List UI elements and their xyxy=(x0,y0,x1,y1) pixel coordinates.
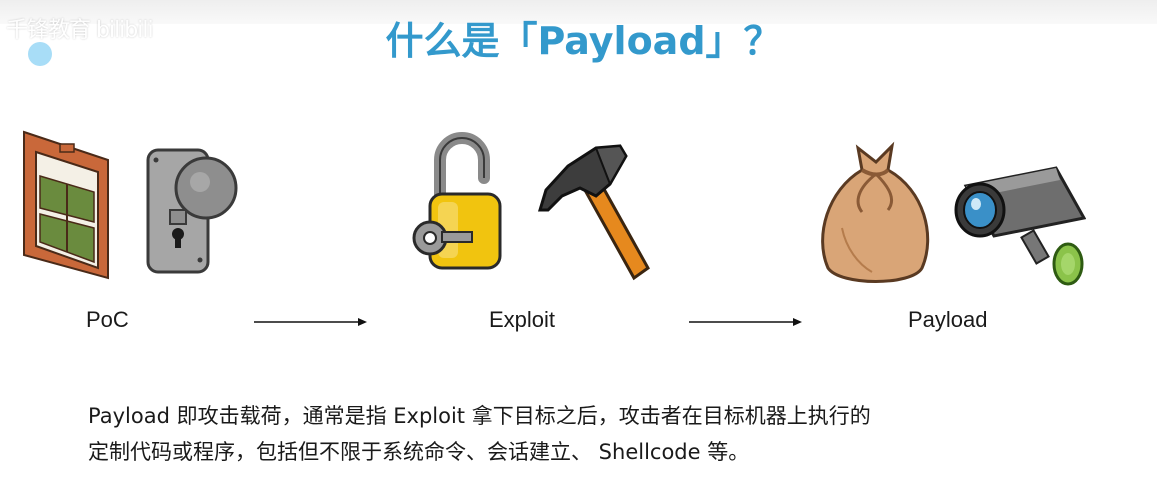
window-icon xyxy=(23,130,109,280)
arrow-right-icon xyxy=(254,318,367,326)
security-camera-icon xyxy=(954,166,1086,286)
slide-title: 什么是「Payload」？ xyxy=(385,19,782,63)
door-lock-icon xyxy=(146,148,238,274)
stage-label-exploit: Exploit xyxy=(489,307,556,332)
padlock-icon xyxy=(412,132,502,270)
description-line: Payload 即攻击载荷，通常是指 Exploit 拿下目标之后，攻击者在目标… xyxy=(88,404,871,428)
arrow-right-icon xyxy=(689,318,802,326)
hammer-icon xyxy=(537,144,650,281)
stage-label-poc: PoC xyxy=(86,307,129,332)
description-line: 定制代码或程序，包括但不限于系统命令、会话建立、 Shellcode 等。 xyxy=(88,440,750,464)
money-bag-icon xyxy=(821,141,930,283)
stage-label-payload: Payload xyxy=(908,307,988,332)
description: Payload 即攻击载荷，通常是指 Exploit 拿下目标之后，攻击者在目标… xyxy=(88,398,1098,470)
